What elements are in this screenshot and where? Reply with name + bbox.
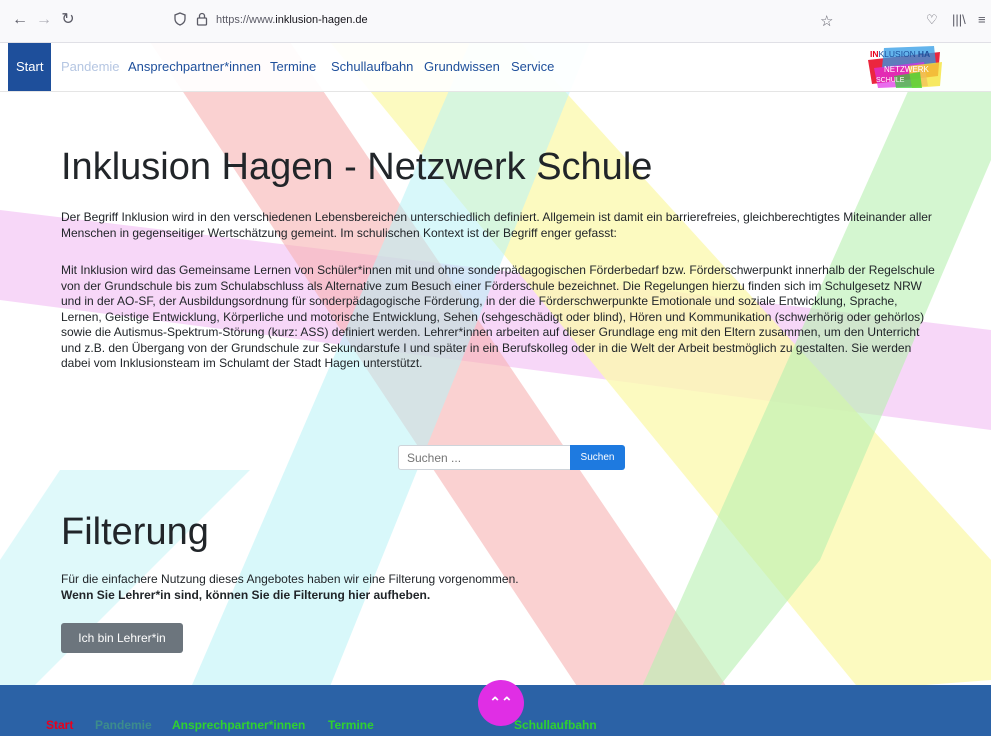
url-bar[interactable]: https://www.inklusion-hagen.de <box>166 8 846 34</box>
svg-text:INKLUSIONHA: INKLUSION HA <box>870 49 930 59</box>
browser-toolbar: ← → ↻ https://www.inklusion-hagen.de ☆ ♡… <box>0 0 991 43</box>
filter-description: Für die einfachere Nutzung dieses Angebo… <box>61 571 519 603</box>
nav-item-start[interactable]: Start <box>8 43 52 91</box>
lock-icon <box>196 12 208 26</box>
menu-icon[interactable]: ≡ <box>978 12 986 27</box>
nav-item-ansprechpartner[interactable]: Ansprechpartner*innen <box>128 43 261 91</box>
nav-item-service[interactable]: Service <box>511 43 554 91</box>
url-text: https://www.inklusion-hagen.de <box>216 14 368 26</box>
arrow-right-icon[interactable]: → <box>34 10 54 30</box>
intro-paragraph: Der Begriff Inklusion wird in den versch… <box>61 210 932 240</box>
teacher-button[interactable]: Ich bin Lehrer*in <box>61 623 183 653</box>
double-chevron-up-icon: ⌃⌃ <box>489 694 513 710</box>
scroll-to-top-button[interactable]: ⌃⌃ <box>478 680 524 726</box>
footer-link-termine[interactable]: Termine <box>328 718 374 732</box>
nav-item-termine[interactable]: Termine <box>270 43 316 91</box>
footer-link-ansprechpartner[interactable]: Ansprechpartner*innen <box>172 718 305 732</box>
reload-icon[interactable]: ↻ <box>58 10 78 30</box>
filter-text: Für die einfachere Nutzung dieses Angebo… <box>61 572 519 586</box>
svg-text:SCHULE: SCHULE <box>876 77 905 84</box>
nav-item-pandemie[interactable]: Pandemie <box>61 43 120 91</box>
filter-title: Filterung <box>61 511 209 553</box>
library-icon[interactable]: |||\ <box>952 12 966 27</box>
page-title: Inklusion Hagen - Netzwerk Schule <box>61 146 653 188</box>
footer-link-schullaufbahn[interactable]: Schullaufbahn <box>514 718 597 732</box>
svg-text:NETZWERK: NETZWERK <box>884 65 930 74</box>
nav-item-grundwissen[interactable]: Grundwissen <box>424 43 500 91</box>
nav-item-schullaufbahn[interactable]: Schullaufbahn <box>331 43 413 91</box>
filter-bold-text: Wenn Sie Lehrer*in sind, können Sie die … <box>61 588 431 602</box>
body-paragraph: Mit Inklusion wird das Gemeinsame Lernen… <box>61 263 935 370</box>
site-navigation: Start Pandemie Ansprechpartner*innen Ter… <box>0 43 991 92</box>
pocket-icon[interactable]: ♡ <box>926 12 938 28</box>
shield-icon <box>174 12 186 26</box>
bookmark-star-icon[interactable]: ☆ <box>820 12 833 30</box>
site-logo[interactable]: INKLUSION HA NETZWERK SCHULE <box>864 46 944 88</box>
search-input[interactable] <box>398 445 576 470</box>
search-button[interactable]: Suchen <box>570 445 625 470</box>
arrow-left-icon[interactable]: ← <box>10 10 30 30</box>
footer-link-pandemie[interactable]: Pandemie <box>95 718 152 732</box>
footer-link-start[interactable]: Start <box>46 718 73 732</box>
